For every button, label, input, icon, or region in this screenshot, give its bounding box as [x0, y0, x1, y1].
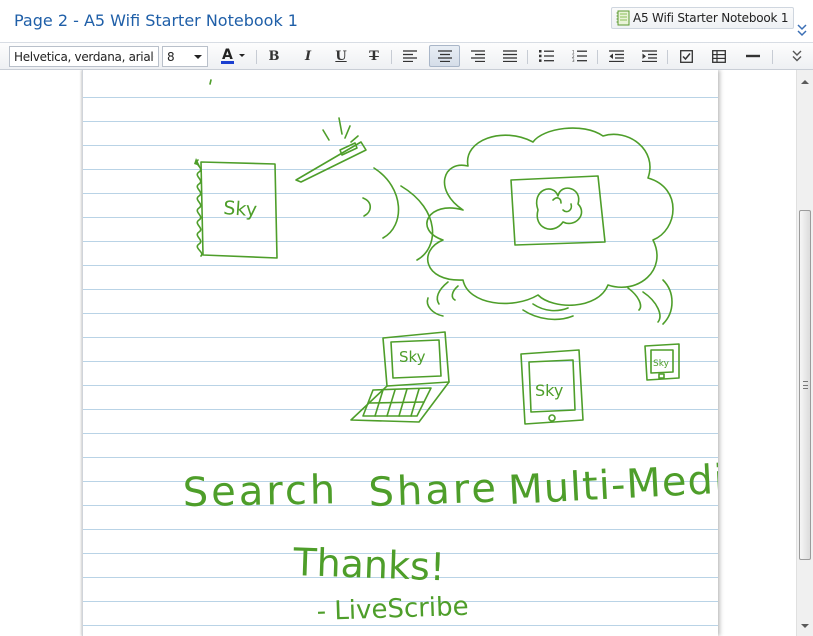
- font-size-select[interactable]: 8: [162, 46, 208, 67]
- checkbox-button[interactable]: [673, 45, 699, 67]
- cloud-drawing: [426, 127, 674, 325]
- font-family-value: Helvetica, verdana, arial: [14, 49, 154, 64]
- signature-text: - LiveScribe: [316, 592, 469, 627]
- bullet-list-button[interactable]: [533, 45, 559, 67]
- chevron-down-icon: [153, 56, 154, 57]
- notebook-selector-label: A5 Wifi Starter Notebook 1: [633, 11, 789, 25]
- toolbar-overflow-button[interactable]: [786, 45, 808, 67]
- horizontal-rule-button[interactable]: [740, 45, 766, 67]
- justify-icon: [503, 50, 517, 62]
- bullet-list-icon: [538, 50, 554, 62]
- thanks-text: Thanks!: [292, 540, 446, 589]
- ink-mark: [209, 79, 212, 85]
- scrollbar-thumb[interactable]: [799, 210, 811, 560]
- justify-button[interactable]: [497, 45, 523, 67]
- checkbox-icon: [679, 49, 693, 63]
- numbered-list-button[interactable]: 123: [566, 45, 592, 67]
- toolbar-separator: [256, 50, 257, 64]
- laptop-drawing: Sky: [350, 331, 450, 423]
- outdent-button[interactable]: [603, 45, 629, 67]
- toolbar-separator: [527, 50, 528, 64]
- text-color-swatch: [221, 61, 234, 64]
- notebook-drawing: Sky: [194, 158, 278, 259]
- toolbar-separator: [667, 50, 668, 64]
- scroll-down-arrow-icon[interactable]: [800, 622, 810, 630]
- bold-button[interactable]: B: [261, 45, 287, 67]
- handwritten-drawing: Sky Sky Sky Sky Search Share Multi-Media…: [182, 79, 718, 627]
- notebook-page[interactable]: Sky Sky Sky Sky Search Share Multi-Media…: [82, 70, 718, 636]
- page-content-area[interactable]: Sky Sky Sky Sky Search Share Multi-Media…: [0, 70, 796, 636]
- align-center-button[interactable]: [429, 45, 460, 67]
- italic-button[interactable]: I: [295, 45, 321, 67]
- table-button[interactable]: [706, 45, 732, 67]
- horizontal-rule-icon: [746, 54, 760, 58]
- align-left-icon: [403, 50, 417, 62]
- text-color-icon: A: [221, 47, 245, 64]
- double-chevron-down-icon: [792, 50, 802, 62]
- phone-drawing: Sky: [644, 343, 680, 381]
- underline-button[interactable]: U: [328, 45, 354, 67]
- notebook-selector[interactable]: A5 Wifi Starter Notebook 1: [611, 7, 794, 29]
- tablet-sky-label: Sky: [535, 381, 563, 400]
- notebook-icon: [616, 9, 630, 27]
- font-family-select[interactable]: Helvetica, verdana, arial: [9, 46, 159, 67]
- scrollbar-grip: [803, 381, 808, 389]
- align-center-icon: [437, 50, 452, 62]
- toolbar-separator: [597, 50, 598, 64]
- word-multimedia: Multi-Media: [507, 455, 718, 514]
- italic-icon: I: [304, 48, 312, 64]
- table-icon: [712, 49, 726, 63]
- scroll-up-arrow-icon[interactable]: [800, 78, 810, 86]
- bold-icon: B: [268, 48, 280, 64]
- strikethrough-icon: T: [369, 48, 379, 64]
- align-left-button[interactable]: [397, 45, 423, 67]
- smartpen-drawing: [295, 117, 367, 183]
- page-header: Page 2 - A5 Wifi Starter Notebook 1 A5 W…: [0, 0, 813, 42]
- align-right-button[interactable]: [465, 45, 491, 67]
- expand-chevron-icon[interactable]: [796, 22, 808, 38]
- indent-icon: [641, 50, 657, 62]
- underline-icon: U: [335, 48, 347, 64]
- chevron-down-icon: [194, 54, 202, 59]
- outdent-icon: [608, 50, 624, 62]
- formatting-toolbar: Helvetica, verdana, arial 8 A B I U T 1 …: [0, 42, 813, 70]
- font-size-value: 8: [167, 49, 175, 64]
- toolbar-separator: [772, 50, 773, 64]
- text-color-glyph: A: [222, 47, 233, 63]
- toolbar-separator: [391, 50, 392, 64]
- word-share: Share: [368, 465, 500, 516]
- wifi-waves-drawing: [362, 167, 434, 261]
- text-color-button[interactable]: A: [215, 45, 249, 67]
- numbered-list-icon: 123: [572, 50, 587, 62]
- vertical-scrollbar[interactable]: [796, 70, 813, 636]
- svg-text:3: 3: [572, 58, 575, 62]
- tablet-drawing: Sky: [520, 349, 584, 425]
- laptop-sky-label: Sky: [399, 348, 426, 366]
- align-right-icon: [471, 50, 485, 62]
- strikethrough-button[interactable]: T: [361, 45, 387, 67]
- indent-button[interactable]: [636, 45, 662, 67]
- notebook-sky-label: Sky: [223, 197, 258, 221]
- word-search: Search: [182, 467, 338, 516]
- phone-sky-label: Sky: [653, 359, 670, 369]
- page-title: Page 2 - A5 Wifi Starter Notebook 1: [14, 11, 298, 30]
